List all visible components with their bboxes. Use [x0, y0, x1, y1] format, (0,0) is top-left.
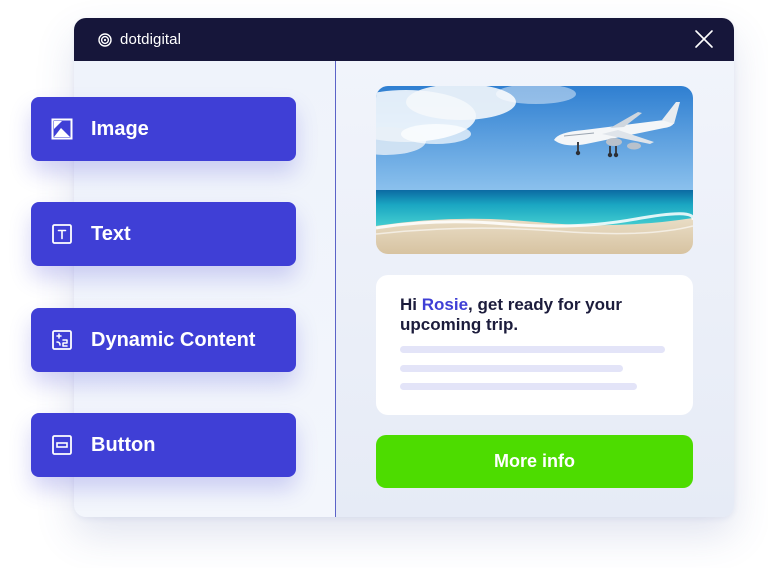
beach-airplane-photo [376, 86, 693, 254]
hero-image [376, 86, 693, 254]
image-block-button[interactable]: Image [31, 97, 296, 161]
placeholder-line [400, 365, 623, 372]
text-block-label: Text [91, 222, 131, 245]
brand-name: dotdigital [120, 31, 182, 48]
message-card: Hi Rosie, get ready for your upcoming tr… [376, 275, 693, 415]
spiral-logo-icon [98, 32, 112, 47]
dynamic-content-icon [52, 330, 72, 350]
text-block-button[interactable]: Text [31, 202, 296, 266]
image-block-label: Image [91, 117, 149, 140]
recipient-name: Rosie [421, 295, 469, 314]
text-icon [52, 224, 72, 244]
greeting-text: Hi Rosie, get ready for your upcoming tr… [400, 295, 670, 335]
brand: dotdigital [98, 31, 181, 48]
placeholder-line [400, 383, 637, 390]
dynamic-content-block-label: Dynamic Content [91, 328, 256, 351]
close-icon[interactable] [694, 29, 714, 49]
stage: dotdigital Image Text Dynamic Content Bu… [0, 0, 768, 568]
image-icon [51, 118, 73, 140]
greeting-prefix: Hi [400, 295, 422, 314]
placeholder-line [400, 346, 665, 353]
more-info-button[interactable]: More info [376, 435, 693, 488]
dynamic-content-block-button[interactable]: Dynamic Content [31, 308, 296, 372]
button-icon [52, 435, 72, 455]
button-block-button[interactable]: Button [31, 413, 296, 477]
title-bar: dotdigital [74, 18, 734, 61]
button-block-label: Button [91, 433, 156, 456]
